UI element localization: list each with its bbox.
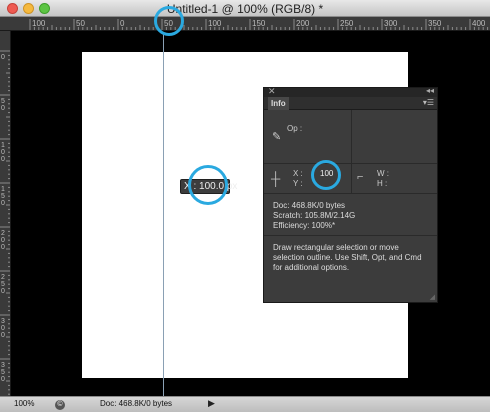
efficiency-line: Efficiency: 100%*: [273, 221, 336, 230]
ruler-label: 0: [1, 325, 5, 332]
ruler-label: 0: [1, 376, 5, 383]
statusbar: 100% © Doc: 468.8K/0 bytes ▶: [0, 396, 490, 412]
ruler-label: 300: [384, 19, 398, 28]
status-info-icon[interactable]: ©: [55, 400, 65, 410]
ruler-label: 150: [252, 19, 266, 28]
x-value-highlight-circle: [311, 160, 341, 190]
ruler-label: 0: [1, 54, 5, 61]
ruler-label: 2: [1, 230, 5, 237]
x-label: X :: [293, 169, 303, 178]
info-help-section: Draw rectangular selection or move selec…: [264, 236, 437, 273]
ruler-label: 350: [428, 19, 442, 28]
doc-size-line: Doc: 468.8K/0 bytes: [273, 201, 346, 210]
ruler-label: 3: [1, 318, 5, 325]
ruler-label: 1: [1, 142, 5, 149]
h-label: H :: [377, 179, 388, 188]
tooltip-highlight-circle: [188, 165, 228, 205]
ruler-label: 5: [1, 281, 5, 288]
ruler-label: 250: [340, 19, 354, 28]
opacity-label: Op :: [287, 124, 303, 133]
info-coordinates-section: ┼ X : Y : 100 ⌐ W : H :: [264, 164, 437, 194]
ruler-label: 100: [32, 19, 46, 28]
ruler-label: 0: [1, 156, 5, 163]
ruler-label: 400: [472, 19, 486, 28]
panel-collapse-icon[interactable]: ◂◂: [426, 86, 434, 95]
ruler-label: 0: [1, 244, 5, 251]
crosshair-icon: ┼: [271, 171, 281, 186]
ruler-label: 0: [120, 19, 125, 28]
ruler-label: 5: [1, 369, 5, 376]
resize-grip-icon[interactable]: ◢: [430, 293, 435, 301]
panel-tabbar: Info ▾☰: [264, 97, 437, 110]
ruler-label: 0: [1, 332, 5, 339]
info-color-section: ✎ Op :: [264, 110, 437, 164]
info-panel: ✕ ◂◂ Info ▾☰ ✎ Op : ┼ X : Y : 100 ⌐ W : …: [263, 86, 438, 303]
panel-menu-icon[interactable]: ▾☰: [423, 98, 434, 107]
ruler-label: 0: [1, 237, 5, 244]
doc-status: Doc: 468.8K/0 bytes: [100, 399, 173, 408]
ruler-label: 5: [1, 193, 5, 200]
ruler-label: 100: [208, 19, 222, 28]
ruler-label: 1: [1, 186, 5, 193]
scratch-line: Scratch: 105.8M/2.14G: [273, 211, 356, 220]
status-menu-arrow-icon[interactable]: ▶: [208, 398, 215, 409]
info-document-section: Doc: 468.8K/0 bytes Scratch: 105.8M/2.14…: [264, 194, 437, 236]
w-label: W :: [377, 169, 389, 178]
ruler-label: 200: [296, 19, 310, 28]
ruler-label: 0: [1, 105, 5, 112]
ruler-label: 0: [1, 288, 5, 295]
y-label: Y :: [293, 179, 303, 188]
tool-help-text: Draw rectangular selection or move selec…: [273, 243, 422, 272]
selection-size-icon: ⌐: [357, 171, 364, 183]
ruler-highlight-circle: [154, 6, 184, 36]
window-title: Untitled-1 @ 100% (RGB/8) *: [166, 2, 324, 16]
ruler-label: 3: [1, 362, 5, 369]
eyedropper-icon[interactable]: ✎: [272, 130, 281, 143]
vertical-ruler[interactable]: 050100150200250300350: [0, 31, 11, 396]
ruler-label: 5: [1, 98, 5, 105]
panel-close-icon[interactable]: ✕: [268, 86, 276, 97]
tab-info[interactable]: Info: [268, 97, 289, 110]
ruler-label: 0: [1, 200, 5, 207]
horizontal-ruler[interactable]: 100 50 0 50 100 150 200 250 300 350 400: [0, 17, 490, 31]
panel-header: ✕ ◂◂: [264, 86, 437, 97]
window-titlebar: Untitled-1 @ 100% (RGB/8) *: [0, 0, 490, 17]
vertical-guide[interactable]: [163, 32, 164, 396]
ruler-label: 50: [76, 19, 85, 28]
zoom-level[interactable]: 100%: [14, 399, 34, 408]
ruler-label: 2: [1, 274, 5, 281]
ruler-label: 0: [1, 149, 5, 156]
